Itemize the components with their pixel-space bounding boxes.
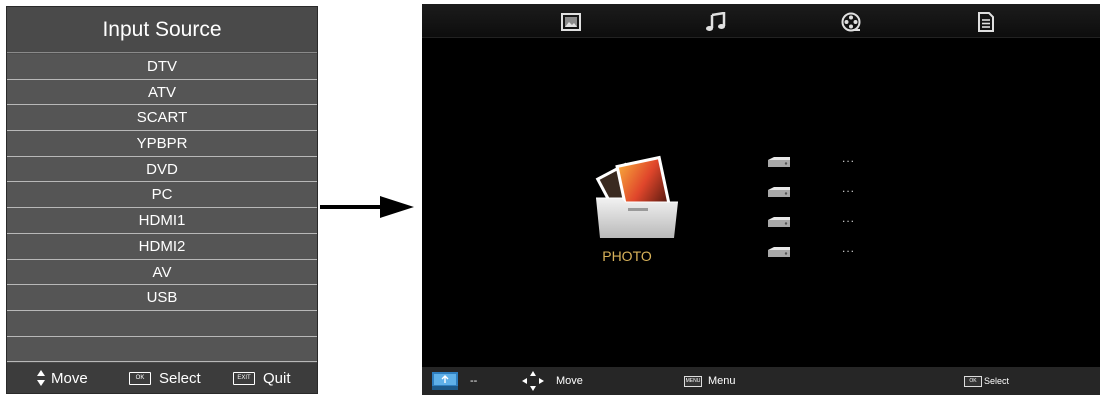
usb-value: -- bbox=[470, 375, 478, 387]
source-item-atv[interactable]: ATV bbox=[7, 79, 317, 106]
drive-icon bbox=[768, 247, 790, 257]
drive-item[interactable]: ... bbox=[766, 211, 866, 230]
usb-status: -- bbox=[432, 367, 477, 395]
text-icon[interactable] bbox=[975, 12, 997, 32]
source-item-usb[interactable]: USB bbox=[7, 285, 317, 311]
movie-icon[interactable] bbox=[840, 12, 862, 32]
move-label: Move bbox=[51, 369, 88, 387]
source-item-ypbpr[interactable]: YPBPR bbox=[7, 131, 317, 157]
photo-folder-label: PHOTO bbox=[602, 248, 652, 264]
select-label: Select bbox=[984, 376, 1010, 386]
ok-key-icon: OK bbox=[964, 375, 982, 387]
media-footer: -- Move MENU Menu OK Select bbox=[422, 367, 1100, 395]
exit-key-icon: EXIT bbox=[233, 371, 255, 385]
quit-label: Quit bbox=[263, 369, 291, 387]
select-hint: OK Select bbox=[964, 367, 1009, 395]
source-item-scart[interactable]: SCART bbox=[7, 105, 317, 132]
drive-icon bbox=[768, 187, 790, 197]
drive-label: ... bbox=[842, 241, 856, 255]
source-item-pc[interactable]: PC bbox=[7, 182, 317, 209]
up-down-arrow-icon bbox=[37, 370, 45, 386]
drive-item[interactable]: ... bbox=[766, 241, 866, 260]
drive-icon bbox=[768, 157, 790, 167]
media-browser: PHOTO ... ... ... ... bbox=[422, 39, 1100, 367]
input-source-footer: Move OK Select EXIT Quit bbox=[7, 363, 317, 393]
select-hint: OK Select bbox=[129, 363, 201, 393]
drive-icon bbox=[768, 217, 790, 227]
arrow-line bbox=[320, 205, 382, 209]
drive-item[interactable]: ... bbox=[766, 151, 866, 170]
dpad-arrows-icon bbox=[522, 370, 544, 392]
input-source-list: DTV ATV SCART YPBPR DVD PC HDMI1 HDMI2 A… bbox=[7, 54, 317, 363]
menu-hint: MENU Menu bbox=[684, 367, 736, 395]
source-item-hdmi2[interactable]: HDMI2 bbox=[7, 233, 317, 260]
drive-item[interactable]: ... bbox=[766, 181, 866, 200]
select-label: Select bbox=[159, 369, 201, 387]
photo-folder-icon[interactable] bbox=[592, 154, 684, 240]
move-hint: Move bbox=[522, 367, 583, 395]
input-source-title: Input Source bbox=[7, 7, 317, 53]
music-icon[interactable] bbox=[705, 11, 727, 32]
drive-label: ... bbox=[842, 181, 856, 195]
menu-key-icon: MENU bbox=[684, 375, 702, 387]
quit-hint: EXIT Quit bbox=[233, 363, 291, 393]
ok-key-icon: OK bbox=[129, 371, 151, 385]
input-source-menu: Input Source DTV ATV SCART YPBPR DVD PC … bbox=[6, 6, 318, 394]
menu-label: Menu bbox=[708, 375, 736, 387]
media-tab-bar bbox=[422, 4, 1100, 38]
source-item-empty bbox=[7, 336, 317, 363]
drive-label: ... bbox=[842, 151, 856, 165]
drive-label: ... bbox=[842, 211, 856, 225]
source-item-hdmi1[interactable]: HDMI1 bbox=[7, 208, 317, 234]
photo-icon[interactable] bbox=[560, 12, 582, 32]
source-item-dvd[interactable]: DVD bbox=[7, 156, 317, 183]
arrow-right-icon bbox=[380, 196, 414, 218]
move-hint: Move bbox=[37, 363, 88, 393]
source-item-av[interactable]: AV bbox=[7, 259, 317, 286]
source-item-empty bbox=[7, 310, 317, 337]
source-item-dtv[interactable]: DTV bbox=[7, 54, 317, 80]
usb-icon bbox=[432, 372, 458, 390]
move-label: Move bbox=[556, 375, 583, 387]
media-player-screen: PHOTO ... ... ... ... -- Move MENU Menu … bbox=[422, 4, 1100, 395]
